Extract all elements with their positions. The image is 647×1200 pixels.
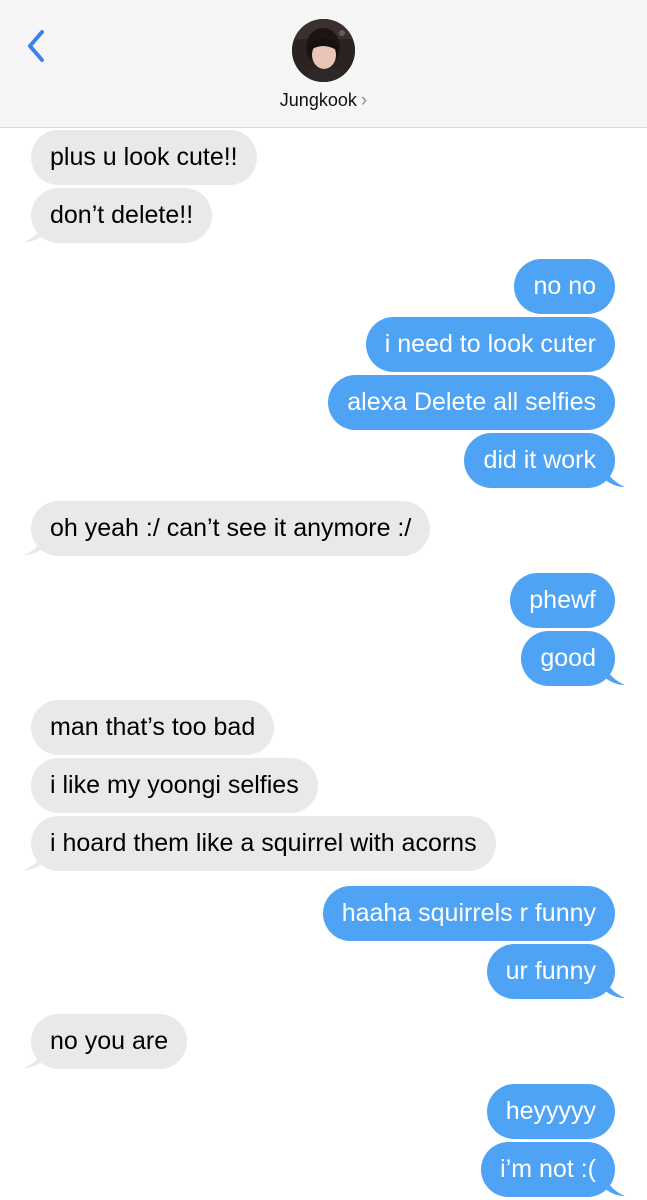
message-bubble-incoming[interactable]: man that’s too bad xyxy=(31,700,275,755)
message-bubble-incoming[interactable]: i like my yoongi selfies xyxy=(31,758,318,813)
contact-name: Jungkook xyxy=(279,90,357,110)
chevron-right-icon: › xyxy=(360,90,368,111)
message-bubble-incoming[interactable]: i hoard them like a squirrel with acorns xyxy=(31,816,496,871)
message-bubble-incoming[interactable]: no you are xyxy=(31,1014,188,1069)
message-bubble-incoming[interactable]: plus u look cute!! xyxy=(31,130,257,185)
message-bubble-outgoing[interactable]: heyyyyy xyxy=(486,1084,615,1139)
bubble-tail xyxy=(24,1049,46,1068)
message-bubble-outgoing[interactable]: i’m not :( xyxy=(481,1142,615,1197)
message-list[interactable]: plus u look cute!! don’t delete!! no no … xyxy=(0,128,647,1200)
bubble-tail xyxy=(24,223,46,242)
message-bubble-incoming[interactable]: don’t delete!! xyxy=(31,188,213,243)
bubble-tail xyxy=(603,1177,625,1196)
message-bubble-outgoing[interactable]: alexa Delete all selfies xyxy=(328,375,615,430)
bubble-tail xyxy=(603,979,625,998)
message-bubble-outgoing[interactable]: haaha squirrels r funny xyxy=(322,886,615,941)
message-bubble-outgoing[interactable]: ur funny xyxy=(486,944,615,999)
bubble-tail xyxy=(603,666,625,685)
chevron-left-icon xyxy=(28,30,44,62)
avatar-photo xyxy=(292,19,355,82)
back-button[interactable] xyxy=(22,26,52,66)
bubble-tail xyxy=(24,536,46,555)
bubble-tail xyxy=(603,468,625,487)
contact-avatar[interactable] xyxy=(292,19,355,82)
message-bubble-outgoing[interactable]: phewf xyxy=(510,573,615,628)
contact-name-button[interactable]: Jungkook › xyxy=(0,90,647,112)
message-bubble-outgoing[interactable]: i need to look cuter xyxy=(365,317,615,372)
message-bubble-outgoing[interactable]: good xyxy=(521,631,615,686)
conversation-header: Jungkook › xyxy=(0,0,647,128)
message-bubble-incoming[interactable]: oh yeah :/ can’t see it anymore :/ xyxy=(31,501,431,556)
bubble-tail xyxy=(24,851,46,870)
message-bubble-outgoing[interactable]: did it work xyxy=(464,433,615,488)
message-bubble-outgoing[interactable]: no no xyxy=(514,259,615,314)
